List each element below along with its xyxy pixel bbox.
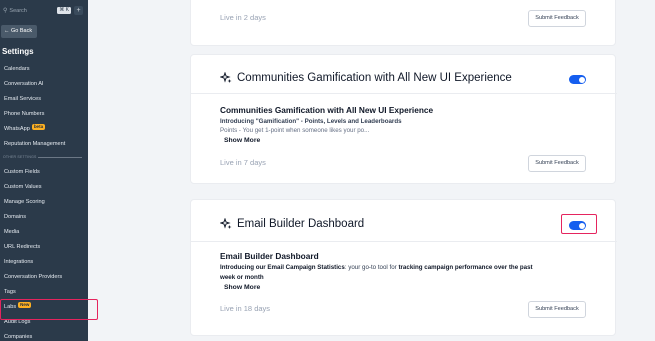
toggle-knob	[578, 76, 585, 83]
add-button[interactable]: +	[74, 6, 83, 15]
go-back-button[interactable]: ← Go Back	[1, 25, 37, 38]
sidebar-item-label: Phone Numbers	[4, 111, 45, 117]
search-shortcut-badge: ⌘ K	[57, 7, 71, 14]
feature-toggle[interactable]	[569, 75, 586, 84]
labs-highlight-box	[0, 299, 98, 320]
settings-sidebar: ⚲ Search ⌘ K + ← Go Back Settings Calend…	[0, 0, 88, 341]
intro-mid: : your go-to tool for	[344, 264, 399, 271]
sparkle-icon	[220, 218, 232, 229]
sidebar-item-integrations[interactable]: Integrations	[0, 256, 88, 269]
card-snippet: Points - You get 1-point when someone li…	[220, 127, 370, 134]
other-settings-section-label: OTHER SETTINGS	[3, 155, 37, 159]
sidebar-item-label: WhatsApp	[4, 126, 30, 132]
sidebar-item-label: Conversation Providers	[4, 274, 63, 280]
intro-bold: tracking campaign performance over the p…	[398, 264, 533, 271]
card-intro: Introducing our Email Campaign Statistic…	[220, 263, 580, 282]
sidebar-item-label: Domains	[4, 214, 27, 220]
card-title-text: Email Builder Dashboard	[237, 218, 365, 230]
feature-card-email-builder: Email Builder Dashboard Email Builder Da…	[190, 199, 617, 336]
sidebar-item-manage-scoring[interactable]: Manage Scoring	[0, 196, 88, 209]
card-subtitle: Email Builder Dashboard	[220, 251, 319, 261]
card-title: Email Builder Dashboard	[220, 218, 364, 230]
sidebar-item-label: Tags	[4, 289, 16, 295]
intro-prefix: Introducing our Email Campaign Statistic…	[220, 264, 345, 271]
sidebar-item-phone-numbers[interactable]: Phone Numbers	[0, 108, 88, 121]
card-divider	[191, 241, 617, 242]
live-in-text: Live in 18 days	[220, 304, 271, 313]
feature-card-gamification: Communities Gamification with All New UI…	[190, 54, 617, 184]
submit-feedback-button[interactable]: Submit Feedback	[528, 301, 586, 318]
sidebar-item-label: Integrations	[4, 259, 34, 265]
beta-badge: beta	[31, 124, 46, 130]
sidebar-item-email-services[interactable]: Email Services	[0, 93, 88, 106]
sparkle-icon	[220, 72, 232, 83]
card-intro: Introducing "Gamification" - Points, Lev…	[220, 118, 402, 125]
intro-line2: week or month	[220, 273, 264, 281]
sidebar-item-label: Calendars	[4, 66, 30, 72]
search-icon: ⚲	[3, 8, 8, 14]
card-title-text: Communities Gamification with All New UI…	[237, 72, 512, 84]
sidebar-item-media[interactable]: Media	[0, 226, 88, 239]
sidebar-item-conversation-providers[interactable]: Conversation Providers	[0, 271, 88, 284]
card-subtitle: Communities Gamification with All New UI…	[220, 105, 434, 115]
sidebar-item-label: Media	[4, 229, 20, 235]
sidebar-item-label: Reputation Management	[4, 141, 66, 147]
live-in-text: Live in 2 days	[220, 13, 266, 22]
sidebar-item-label: Custom Fields	[4, 169, 40, 175]
submit-feedback-button[interactable]: Submit Feedback	[528, 10, 586, 27]
sidebar-item-label: Email Services	[4, 96, 41, 102]
sidebar-item-tags[interactable]: Tags	[0, 286, 88, 299]
sidebar-item-custom-values[interactable]: Custom Values	[0, 181, 88, 194]
sidebar-item-domains[interactable]: Domains	[0, 211, 88, 224]
sidebar-item-label: Conversation AI	[4, 81, 44, 87]
sidebar-item-label: Companies	[4, 334, 33, 340]
toggle-highlight-box	[561, 214, 597, 234]
search-input[interactable]: Search	[9, 8, 57, 14]
submit-feedback-button[interactable]: Submit Feedback	[528, 155, 586, 172]
feature-card-top: Live in 2 days Submit Feedback	[190, 0, 616, 46]
sidebar-item-label: Custom Values	[4, 184, 42, 190]
settings-title: Settings	[2, 47, 34, 56]
sidebar-item-custom-fields[interactable]: Custom Fields	[0, 166, 88, 179]
sidebar-item-whatsapp[interactable]: WhatsApp beta	[0, 123, 88, 136]
sidebar-search[interactable]: ⚲ Search ⌘ K +	[3, 5, 83, 16]
sidebar-item-url-redirects[interactable]: URL Redirects	[0, 241, 88, 254]
card-divider	[191, 93, 617, 94]
sidebar-item-label: Manage Scoring	[4, 199, 45, 205]
show-more-link[interactable]: Show More	[224, 137, 260, 144]
sidebar-item-reputation-management[interactable]: Reputation Management	[0, 138, 88, 151]
sidebar-item-companies[interactable]: Companies	[0, 331, 88, 341]
sidebar-item-calendars[interactable]: Calendars	[0, 63, 88, 76]
show-more-link[interactable]: Show More	[224, 284, 260, 291]
card-title: Communities Gamification with All New UI…	[220, 72, 512, 84]
sidebar-item-conversation-ai[interactable]: Conversation AI	[0, 78, 88, 91]
section-divider	[38, 157, 82, 158]
sidebar-item-label: URL Redirects	[4, 244, 41, 250]
live-in-text: Live in 7 days	[220, 158, 266, 167]
